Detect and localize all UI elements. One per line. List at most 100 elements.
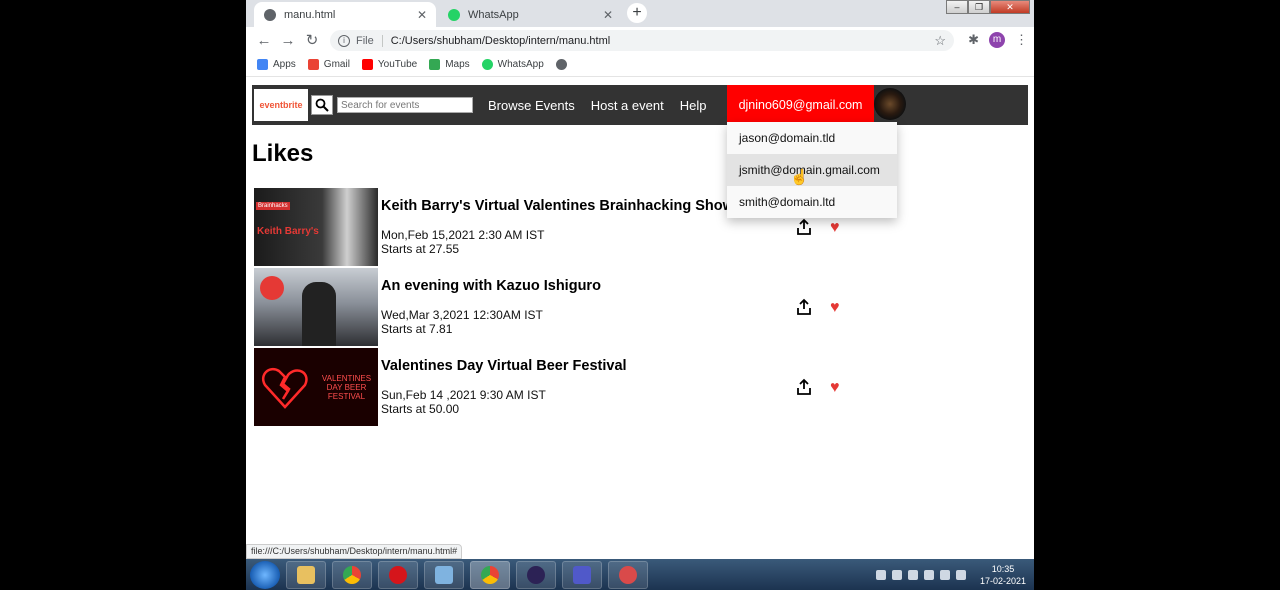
start-button[interactable] <box>250 560 280 589</box>
taskbar-chrome-active[interactable] <box>470 560 510 589</box>
event-price: Starts at 27.55 <box>381 242 460 256</box>
nav-host-event[interactable]: Host a event <box>591 98 664 113</box>
search-button[interactable] <box>311 95 333 115</box>
network-icon[interactable] <box>939 569 950 580</box>
user-email-button[interactable]: djnino609@gmail.com <box>727 85 874 125</box>
nav-browse-events[interactable]: Browse Events <box>488 98 575 113</box>
bookmark-maps[interactable]: Maps <box>429 59 470 70</box>
nav-help[interactable]: Help <box>680 98 707 113</box>
event-date: Wed,Mar 3,2021 12:30AM IST <box>381 308 543 322</box>
url-scheme: File <box>356 34 383 47</box>
tray-icon[interactable] <box>875 569 886 580</box>
reload-icon[interactable]: ↻ <box>300 31 324 49</box>
event-price: Starts at 7.81 <box>381 322 453 336</box>
thumb-text: VALENTINES DAY BEER FESTIVAL <box>321 373 372 401</box>
snipping-tool-icon <box>619 565 637 584</box>
event-image[interactable]: Brainhacks Keith Barry's <box>254 188 378 266</box>
heart-icon[interactable]: ♥ <box>830 220 840 236</box>
tray-icon[interactable] <box>907 569 918 580</box>
taskbar-explorer[interactable] <box>286 560 326 589</box>
event-card[interactable]: VALENTINES DAY BEER FESTIVAL Valentines … <box>254 348 854 426</box>
taskbar-eclipse[interactable] <box>516 560 556 589</box>
window-close-button[interactable]: ✕ <box>990 0 1030 14</box>
event-image[interactable] <box>254 268 378 346</box>
back-icon[interactable]: ← <box>252 32 276 49</box>
event-card[interactable]: An evening with Kazuo Ishiguro Wed,Mar 3… <box>254 268 854 346</box>
eclipse-icon <box>527 565 545 584</box>
avatar[interactable] <box>874 88 906 120</box>
globe-icon <box>264 8 276 21</box>
bookmark-gmail[interactable]: Gmail <box>307 59 350 70</box>
info-icon[interactable]: i <box>338 34 350 47</box>
minimize-button[interactable]: – <box>946 0 968 14</box>
chrome-icon <box>481 565 499 584</box>
toolbar-actions: ✱ m ⋮ <box>968 32 1028 48</box>
brand-tag: Brainhacks <box>256 202 290 210</box>
tab-title: manu.html <box>284 8 336 21</box>
event-title[interactable]: An evening with Kazuo Ishiguro <box>381 278 601 294</box>
menu-icon[interactable]: ⋮ <box>1015 32 1028 48</box>
close-icon[interactable]: ✕ <box>600 8 616 22</box>
taskbar-app[interactable] <box>424 560 464 589</box>
status-bar: file:///C:/Users/shubham/Desktop/intern/… <box>246 544 463 559</box>
bookmark-globe[interactable] <box>555 59 572 70</box>
event-title[interactable]: Valentines Day Virtual Beer Festival <box>381 358 627 374</box>
share-icon[interactable] <box>795 378 813 396</box>
tray-icon[interactable] <box>891 569 902 580</box>
taskbar-snipping[interactable] <box>608 560 648 589</box>
whatsapp-icon <box>448 8 460 21</box>
url-text[interactable]: C:/Users/shubham/Desktop/intern/manu.htm… <box>391 35 610 47</box>
volume-icon[interactable] <box>955 569 966 580</box>
bookmark-apps[interactable]: Apps <box>257 59 296 70</box>
apps-grid-icon <box>257 59 268 70</box>
bookmark-label: Apps <box>273 59 296 70</box>
taskbar: 10:35 17-02-2021 <box>246 559 1034 590</box>
teams-icon <box>573 565 591 584</box>
bookmark-label: WhatsApp <box>497 59 544 70</box>
browser-toolbar: ← → ↻ i File C:/Users/shubham/Desktop/in… <box>246 27 1034 53</box>
page-title: Likes <box>252 140 314 167</box>
clock[interactable]: 10:35 17-02-2021 <box>980 563 1026 587</box>
opera-icon <box>389 565 407 584</box>
share-icon[interactable] <box>795 218 813 236</box>
app-icon <box>435 565 453 584</box>
taskbar-chrome[interactable] <box>332 560 372 589</box>
dropdown-item[interactable]: jason@domain.tld <box>727 122 897 154</box>
share-icon[interactable] <box>795 298 813 316</box>
event-price: Starts at 50.00 <box>381 402 460 416</box>
broken-heart-icon <box>261 368 308 409</box>
tab-title: WhatsApp <box>468 8 519 21</box>
profile-avatar[interactable]: m <box>989 32 1005 48</box>
tab-manu[interactable]: manu.html ✕ <box>254 2 436 27</box>
tray-icon[interactable] <box>923 569 934 580</box>
bookmarks-bar: Apps Gmail YouTube Maps WhatsApp <box>246 53 1034 77</box>
eventbrite-logo[interactable]: eventbrite <box>254 89 308 121</box>
tab-whatsapp[interactable]: WhatsApp ✕ <box>438 2 622 27</box>
heart-icon[interactable]: ♥ <box>830 300 840 316</box>
dropdown-item[interactable]: smith@domain.ltd <box>727 186 897 218</box>
window-controls: – ❐ ✕ <box>946 0 1030 14</box>
forward-icon[interactable]: → <box>276 32 300 49</box>
event-date: Sun,Feb 14 ,2021 9:30 AM IST <box>381 388 546 402</box>
search-input[interactable] <box>337 97 473 113</box>
bookmark-star-icon[interactable]: ☆ <box>934 33 946 49</box>
youtube-icon <box>361 59 373 70</box>
gmail-icon <box>307 59 319 70</box>
event-image[interactable]: VALENTINES DAY BEER FESTIVAL <box>254 348 378 426</box>
taskbar-opera[interactable] <box>378 560 418 589</box>
new-tab-button[interactable]: + <box>627 3 647 23</box>
heart-icon[interactable]: ♥ <box>830 380 840 396</box>
dropdown-item[interactable]: jsmith@domain.gmail.com <box>727 154 897 186</box>
bookmark-youtube[interactable]: YouTube <box>361 59 417 70</box>
bookmark-whatsapp[interactable]: WhatsApp <box>481 59 544 70</box>
taskbar-teams[interactable] <box>562 560 602 589</box>
tab-strip: manu.html ✕ WhatsApp ✕ + – ❐ ✕ <box>246 0 1034 27</box>
close-icon[interactable]: ✕ <box>414 8 430 22</box>
event-title[interactable]: Keith Barry's Virtual Valentines Brainha… <box>381 198 734 214</box>
whatsapp-icon <box>481 59 493 70</box>
badge-icon <box>260 276 284 300</box>
hand-cursor-icon: ☝ <box>790 169 809 186</box>
maximize-button[interactable]: ❐ <box>968 0 990 14</box>
extensions-icon[interactable]: ✱ <box>968 32 979 48</box>
address-bar[interactable]: i File C:/Users/shubham/Desktop/intern/m… <box>330 30 954 51</box>
